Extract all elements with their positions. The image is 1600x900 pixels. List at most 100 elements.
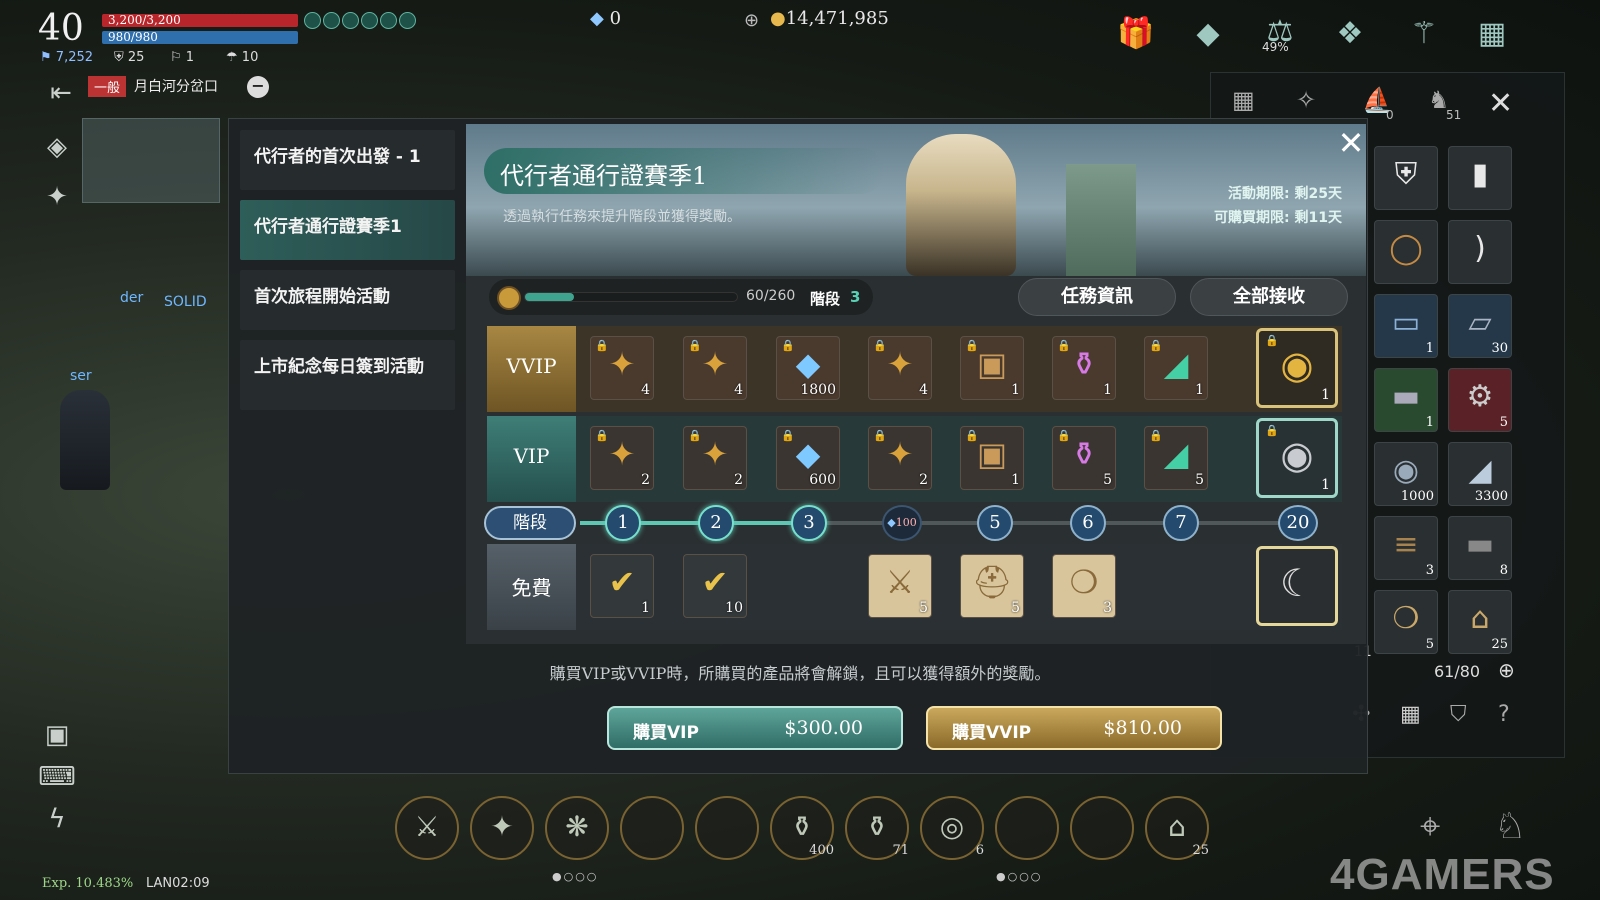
vip-final-reward[interactable]: 🔒 ◉ 1 bbox=[1256, 418, 1338, 498]
inventory-close-icon[interactable]: ✕ bbox=[1488, 86, 1513, 121]
player-character[interactable] bbox=[60, 390, 110, 490]
reward-slot[interactable]: 🔒 ▣ 1 bbox=[960, 426, 1024, 490]
inventory-slot[interactable]: ◉ 1000 bbox=[1374, 442, 1438, 506]
inventory-slot[interactable]: ⚙ 5 bbox=[1448, 368, 1512, 432]
inventory-tab-all-icon[interactable]: ▦ bbox=[1232, 86, 1255, 114]
quick-slot[interactable] bbox=[695, 796, 759, 860]
quick-slot[interactable]: ◎ 6 bbox=[920, 796, 984, 860]
inventory-slot[interactable]: ▱ 30 bbox=[1448, 294, 1512, 358]
free-final-reward[interactable]: ☾ bbox=[1256, 546, 1338, 626]
reward-slot[interactable]: 🔒 ✦ 4 bbox=[868, 336, 932, 400]
auto-hunt-icon[interactable]: ✦ bbox=[38, 178, 76, 216]
add-currency-icon[interactable]: ⊕ bbox=[744, 10, 759, 31]
minimap[interactable] bbox=[82, 118, 220, 203]
reward-slot[interactable]: ✔ 1 bbox=[590, 554, 654, 618]
mount-icon[interactable]: ♘ bbox=[1494, 806, 1526, 847]
inventory-slot[interactable]: ◢ 3300 bbox=[1448, 442, 1512, 506]
stat-3: ☂ 10 bbox=[226, 50, 259, 65]
nav-item-season-pass[interactable]: 代行者通行證賽季1 bbox=[240, 200, 455, 260]
buff-icon[interactable] bbox=[323, 12, 340, 29]
inventory-tab-skill-icon[interactable]: ✧ bbox=[1296, 86, 1316, 114]
inventory-slot[interactable]: ▭ 1 bbox=[1374, 294, 1438, 358]
npc-label[interactable]: ser bbox=[70, 368, 92, 384]
reward-slot[interactable]: 🔒 ✦ 2 bbox=[683, 426, 747, 490]
quest-icon[interactable]: ⚚ bbox=[1402, 12, 1446, 56]
inventory-slot[interactable]: ⛨ bbox=[1374, 146, 1438, 210]
reward-slot[interactable]: 🔒 ⚱ 1 bbox=[1052, 336, 1116, 400]
sort-icon[interactable]: ▦ bbox=[1400, 702, 1421, 727]
lightning-icon[interactable]: ϟ bbox=[38, 800, 76, 838]
reward-slot[interactable]: 🔒 ◢ 5 bbox=[1144, 426, 1208, 490]
lock-item-icon[interactable]: ⛉ bbox=[1450, 702, 1467, 727]
inventory-slot[interactable]: ❍ 5 bbox=[1374, 590, 1438, 654]
mission-info-button[interactable]: 任務資訊 bbox=[1018, 278, 1176, 316]
vvip-final-reward[interactable]: 🔒 ◉ 1 bbox=[1256, 328, 1338, 408]
buy-vip-button[interactable]: 購買VIP $300.00 bbox=[607, 706, 903, 750]
claim-all-button[interactable]: 全部接收 bbox=[1190, 278, 1348, 316]
quick-slot[interactable]: ⌂ 25 bbox=[1145, 796, 1209, 860]
nav-item-first-journey[interactable]: 首次旅程開始活動 bbox=[240, 270, 455, 330]
inventory-slot[interactable]: ▮ bbox=[1448, 146, 1512, 210]
inventory-slot[interactable]: ◯ bbox=[1374, 220, 1438, 284]
buy-vvip-button[interactable]: 購買VVIP $810.00 bbox=[926, 706, 1222, 750]
screenshot-icon[interactable]: ▣ bbox=[38, 716, 76, 754]
npc-label[interactable]: der bbox=[120, 290, 143, 306]
reward-slot[interactable]: 🔒 ✦ 2 bbox=[590, 426, 654, 490]
hp-bar: 3,200/3,200 bbox=[102, 14, 298, 27]
reward-quantity: 600 bbox=[809, 472, 836, 488]
npc-label[interactable]: SOLID bbox=[164, 294, 207, 310]
chest-icon: ▣ bbox=[976, 345, 1008, 383]
reward-slot[interactable]: 🔒 ✦ 4 bbox=[590, 336, 654, 400]
ring-icon: ◯ bbox=[1389, 231, 1423, 266]
codex-icon[interactable]: ❖ bbox=[1328, 12, 1372, 56]
reward-slot[interactable]: ✔ 10 bbox=[683, 554, 747, 618]
hotbar-page-indicator[interactable]: ●○○○ bbox=[996, 870, 1042, 883]
exp-percent: Exp. 10.483% bbox=[42, 876, 134, 891]
nav-item-first-departure[interactable]: 代行者的首次出發 - 1 bbox=[240, 130, 455, 190]
buff-icon[interactable] bbox=[399, 12, 416, 29]
wood-log-icon: ≡ bbox=[1393, 527, 1419, 562]
key-f-icon[interactable]: ⌨ bbox=[38, 758, 76, 796]
buff-icon[interactable] bbox=[380, 12, 397, 29]
quick-slot[interactable]: ⚱ 71 bbox=[845, 796, 909, 860]
reward-slot[interactable]: ⛑ 5 bbox=[960, 554, 1024, 618]
tier-node-gem-skip[interactable]: ◆100 bbox=[882, 505, 922, 541]
buff-icon[interactable] bbox=[304, 12, 321, 29]
reward-slot[interactable]: 🔒 ◆ 600 bbox=[776, 426, 840, 490]
help-icon[interactable]: ? bbox=[1498, 702, 1510, 727]
gift-icon[interactable]: 🎁 bbox=[1114, 12, 1158, 56]
reward-slot[interactable]: ⚔ 5 bbox=[868, 554, 932, 618]
close-button[interactable]: ✕ bbox=[1334, 127, 1368, 162]
inventory-slot[interactable]: ▬ 1 bbox=[1374, 368, 1438, 432]
nav-item-daily-checkin[interactable]: 上市紀念每日簽到活動 bbox=[240, 340, 455, 410]
waypoint-icon[interactable]: ◈ bbox=[38, 128, 76, 166]
quick-slot[interactable]: ❋ bbox=[545, 796, 609, 860]
quick-slot[interactable]: ⚔ bbox=[395, 796, 459, 860]
minimap-collapse-button[interactable]: − bbox=[247, 76, 269, 98]
menu-grid-icon[interactable]: ▦ bbox=[1470, 12, 1514, 56]
target-icon[interactable]: ⌖ bbox=[1420, 806, 1440, 848]
reward-slot[interactable]: 🔒 ◢ 1 bbox=[1144, 336, 1208, 400]
reward-slot[interactable]: 🔒 ▣ 1 bbox=[960, 336, 1024, 400]
buff-icon[interactable] bbox=[342, 12, 359, 29]
quick-slot[interactable] bbox=[1070, 796, 1134, 860]
inventory-slot[interactable]: ≡ 3 bbox=[1374, 516, 1438, 580]
inventory-slot[interactable]: ▬ 8 bbox=[1448, 516, 1512, 580]
reward-slot[interactable]: 🔒 ✦ 4 bbox=[683, 336, 747, 400]
card-icon: ✦ bbox=[608, 345, 636, 383]
inventory-slot[interactable]: ) bbox=[1448, 220, 1512, 284]
buff-icon[interactable] bbox=[361, 12, 378, 29]
reward-slot[interactable]: ❍ 3 bbox=[1052, 554, 1116, 618]
hotbar-page-indicator[interactable]: ●○○○ bbox=[552, 870, 598, 883]
potion-icon: ⚱ bbox=[1070, 345, 1098, 383]
reward-slot[interactable]: 🔒 ◆ 1800 bbox=[776, 336, 840, 400]
reward-slot[interactable]: 🔒 ✦ 2 bbox=[868, 426, 932, 490]
quick-slot[interactable] bbox=[995, 796, 1059, 860]
quick-slot[interactable]: ✦ bbox=[470, 796, 534, 860]
reward-slot[interactable]: 🔒 ⚱ 5 bbox=[1052, 426, 1116, 490]
quick-slot[interactable]: ⚱ 400 bbox=[770, 796, 834, 860]
exit-icon[interactable]: ⇤ bbox=[42, 74, 80, 112]
shop-gem-icon[interactable]: ◆ bbox=[1186, 12, 1230, 56]
quick-slot[interactable] bbox=[620, 796, 684, 860]
inventory-slot[interactable]: ⌂ 25 bbox=[1448, 590, 1512, 654]
